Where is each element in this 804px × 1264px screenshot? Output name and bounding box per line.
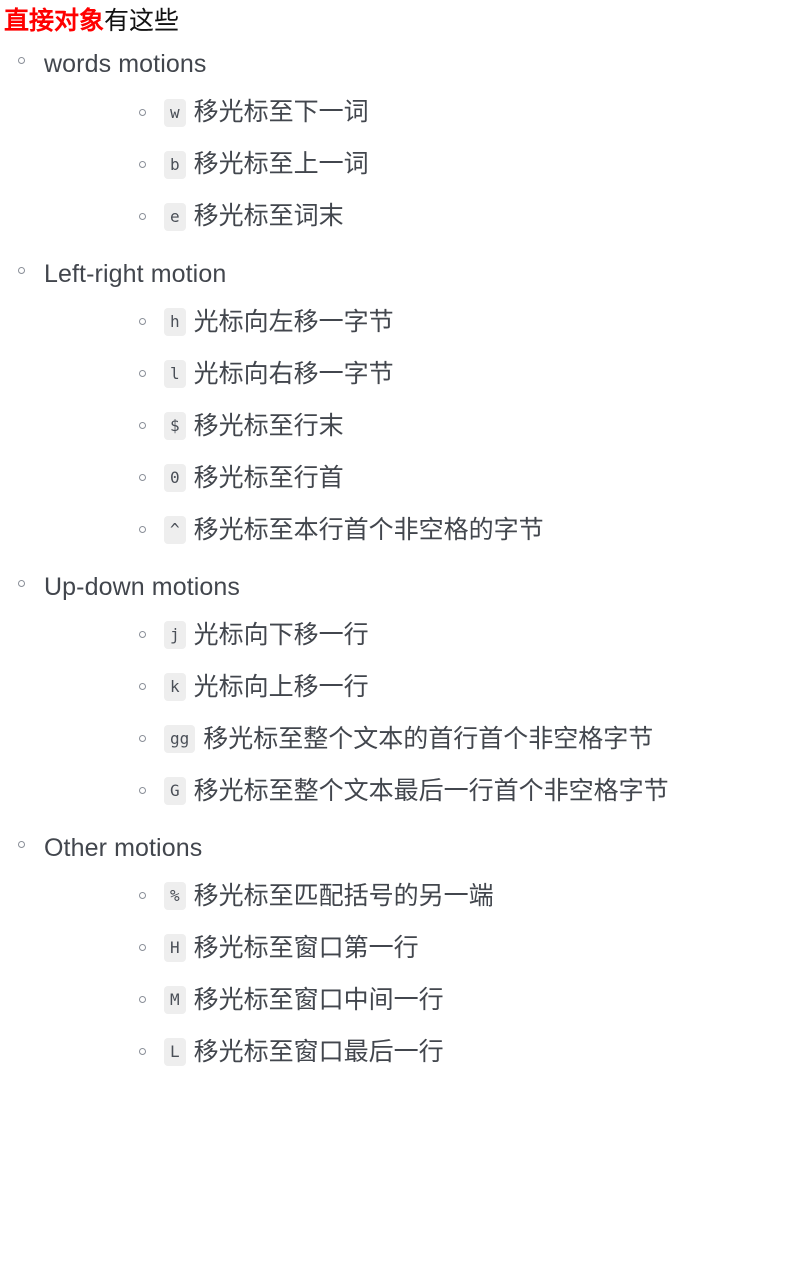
motion-description: 移光标至行首 [193, 463, 344, 492]
motion-description: 光标向左移一字节 [193, 307, 394, 336]
motion-list: h 光标向左移一字节 l 光标向右移一字节 $ 移光标至行末 0 移光标至行首 ^ 移光标至本行首… [44, 296, 804, 556]
motion-list: % 移光标至匹配括号的另一端 H 移光标至窗口第一行 M 移光标至窗口中间一行 L 移光标至窗… [44, 870, 804, 1078]
motion-description: 光标向上移一行 [193, 672, 369, 701]
page-title: 直接对象有这些 [4, 6, 804, 37]
motion-description: 移光标至窗口第一行 [193, 934, 419, 962]
key-code-badge: gg [164, 725, 196, 753]
motion-row: b 移光标至上一词 [44, 139, 804, 191]
motion-group-label: Left-right motion [44, 259, 227, 288]
motion-row: e 移光标至词末 [44, 191, 804, 243]
key-code-badge: 0 [164, 463, 186, 492]
motion-description: 移光标至本行首个非空格的字节 [193, 515, 544, 544]
motion-list: w 移光标至下一词 b 移光标至上一词 e 移光标至词末 [44, 87, 804, 243]
motion-group: Left-right motion h 光标向左移一字节 l 光标向右移一字节 $ 移光标至… [0, 253, 804, 556]
motion-row: % 移光标至匹配括号的另一端 [44, 870, 804, 922]
key-code-badge: j [164, 621, 186, 649]
motion-description: 移光标至整个文本的首行首个非空格字节 [203, 724, 654, 753]
motion-row: G 移光标至整个文本最后一行首个非空格字节 [44, 765, 804, 817]
motion-row: h 光标向左移一字节 [44, 296, 804, 348]
key-code-badge: H [164, 934, 186, 963]
motion-description: 移光标至窗口中间一行 [193, 986, 444, 1014]
motion-description: 移光标至行末 [193, 411, 344, 440]
key-code-badge: h [164, 307, 186, 336]
key-code-badge: l [164, 359, 186, 388]
key-code-badge: % [164, 882, 186, 911]
motion-group-label: Other motions [44, 834, 203, 862]
key-code-badge: w [164, 98, 186, 127]
motion-description: 移光标至词末 [193, 202, 344, 231]
motion-row: M 移光标至窗口中间一行 [44, 974, 804, 1026]
motion-group-label: Up-down motions [44, 572, 241, 601]
page-title-highlight: 直接对象 [4, 7, 105, 35]
motion-row: k 光标向上移一行 [44, 661, 804, 713]
key-code-badge: b [164, 150, 186, 179]
document-page: 直接对象有这些 words motions w 移光标至下一词 b 移光标至上一词 e 移光… [0, 0, 804, 1078]
key-code-badge: ^ [164, 515, 186, 544]
motion-description: 移光标至整个文本最后一行首个非空格字节 [193, 776, 669, 805]
motion-row: 0 移光标至行首 [44, 452, 804, 504]
motion-row: ^ 移光标至本行首个非空格的字节 [44, 504, 804, 556]
motion-row: w 移光标至下一词 [44, 87, 804, 139]
motions-outline: words motions w 移光标至下一词 b 移光标至上一词 e 移光标至词末 Left… [0, 43, 804, 1078]
key-code-badge: e [164, 202, 186, 231]
motion-row: L 移光标至窗口最后一行 [44, 1026, 804, 1078]
motion-row: H 移光标至窗口第一行 [44, 922, 804, 974]
key-code-badge: $ [164, 411, 186, 440]
key-code-badge: M [164, 986, 186, 1015]
key-code-badge: k [164, 673, 186, 701]
motion-group-label: words motions [44, 50, 207, 79]
motion-description: 移光标至匹配括号的另一端 [193, 882, 494, 910]
motion-description: 移光标至窗口最后一行 [193, 1038, 444, 1066]
motion-row: $ 移光标至行末 [44, 400, 804, 452]
motion-list: j 光标向下移一行 k 光标向上移一行 gg 移光标至整个文本的首行首个非空格字节 G 移光标… [44, 609, 804, 817]
key-code-badge: L [164, 1038, 186, 1067]
motion-row: gg 移光标至整个文本的首行首个非空格字节 [44, 713, 804, 765]
motion-description: 光标向下移一行 [193, 620, 369, 649]
motion-group: Other motions% 移光标至匹配括号的另一端 H 移光标至窗口第一行 M 移光标… [0, 827, 804, 1078]
key-code-badge: G [164, 777, 186, 805]
motion-row: j 光标向下移一行 [44, 609, 804, 661]
page-title-rest: 有这些 [104, 7, 180, 35]
motion-row: l 光标向右移一字节 [44, 348, 804, 400]
motion-description: 移光标至上一词 [193, 150, 369, 179]
motion-description: 光标向右移一字节 [193, 359, 394, 388]
motion-description: 移光标至下一词 [193, 98, 369, 127]
motion-group: Up-down motions j 光标向下移一行 k 光标向上移一行 gg 移光标至整个文… [0, 566, 804, 817]
motion-group: words motions w 移光标至下一词 b 移光标至上一词 e 移光标至词末 [0, 43, 804, 242]
